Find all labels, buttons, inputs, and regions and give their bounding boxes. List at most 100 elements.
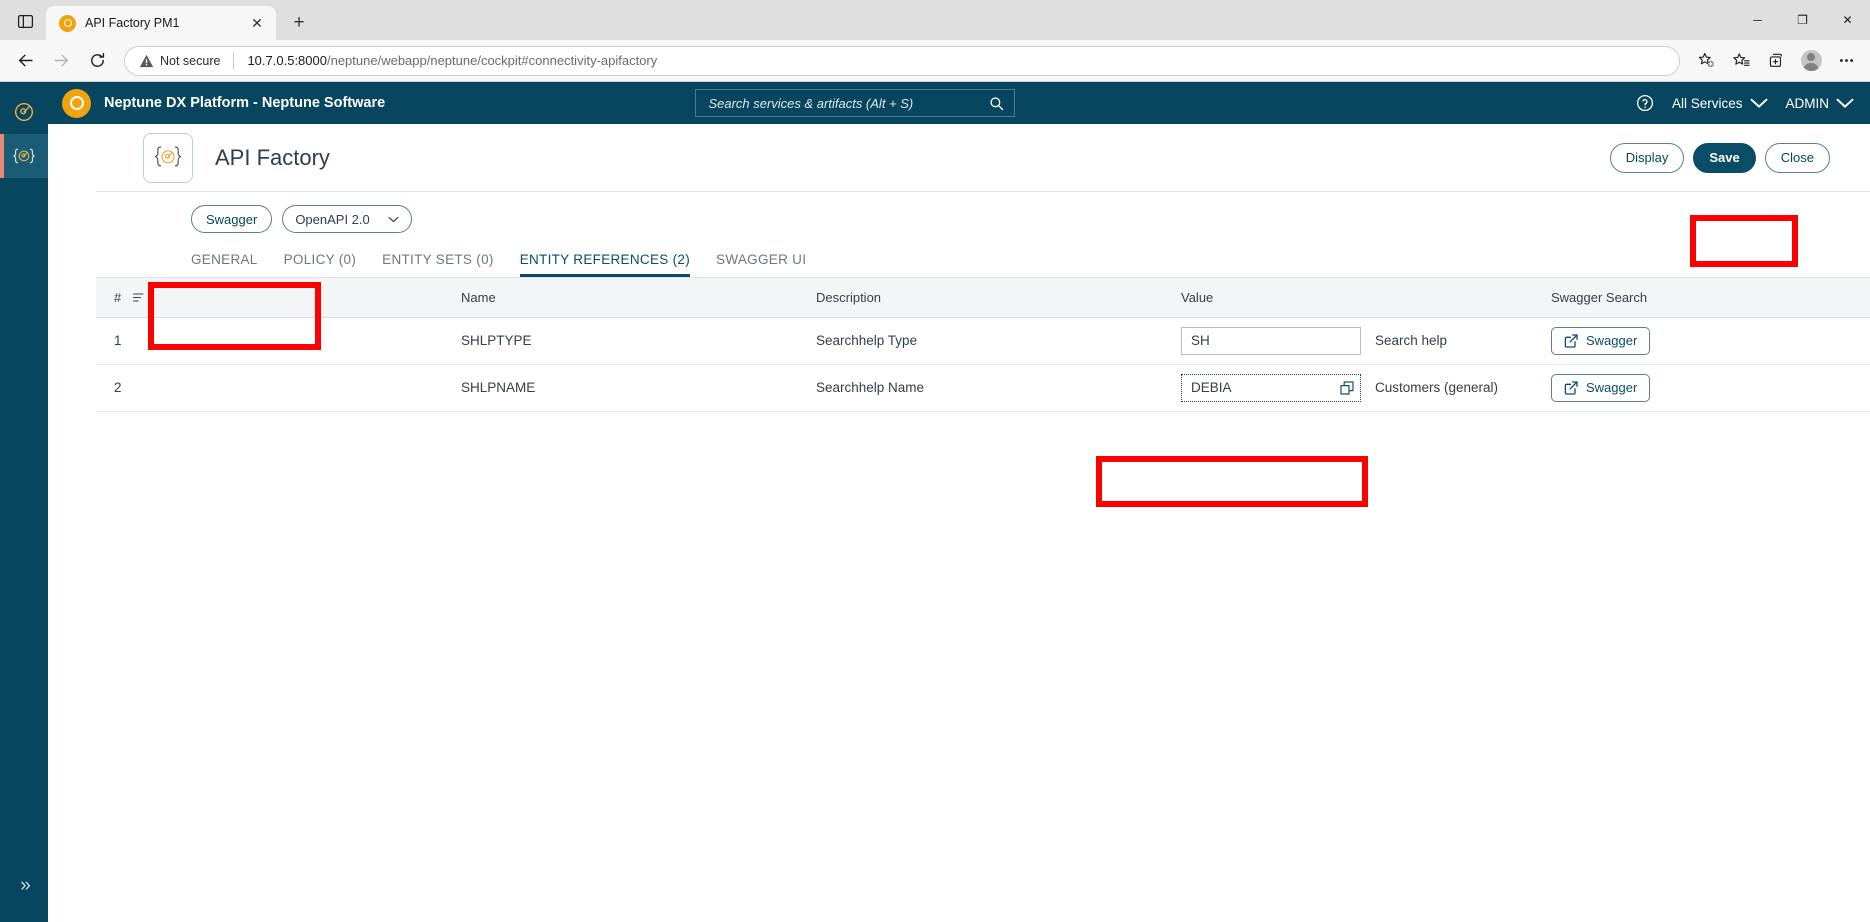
row-name: SHLPTYPE: [451, 317, 806, 365]
browser-tab[interactable]: API Factory PM1 ✕: [46, 6, 276, 40]
reload-icon[interactable]: [80, 44, 114, 78]
sidebar-expand-button[interactable]: »: [0, 872, 48, 900]
page-titlebar: API Factory Display Save Close: [96, 124, 1870, 192]
row-description: Searchhelp Type: [806, 317, 1171, 365]
page-tabs: GENERAL POLICY (0) ENTITY SETS (0) ENTIT…: [96, 246, 1870, 278]
header-right-actions: All Services ADMIN: [1636, 94, 1854, 112]
browser-tabstrip: API Factory PM1 ✕ + ─ ❐ ✕: [0, 0, 1870, 40]
entity-references-table: # Name Description Value Swagger Search: [96, 278, 1870, 922]
window-maximize-button[interactable]: ❐: [1780, 0, 1825, 40]
table-row[interactable]: 1 SHLPTYPE Searchhelp Type Search help: [96, 317, 1870, 365]
display-button[interactable]: Display: [1609, 142, 1685, 173]
neptune-circle-icon: [59, 14, 76, 32]
neptune-logo-icon: [62, 88, 91, 118]
user-label: ADMIN: [1785, 95, 1830, 111]
page-actions: Display Save Close: [1609, 142, 1830, 173]
external-link-icon: [1564, 380, 1578, 395]
chevron-down-icon: [1836, 98, 1854, 108]
column-header-num[interactable]: #: [96, 278, 451, 318]
row-number: 2: [96, 364, 451, 412]
api-factory-icon: [12, 148, 36, 164]
sidebar-item-api-factory[interactable]: [0, 134, 48, 178]
api-factory-brackets-icon: [143, 132, 193, 183]
table-header-row: # Name Description Value Swagger Search: [96, 278, 1870, 318]
favorites-icon[interactable]: [1725, 45, 1757, 77]
address-bar-url: 10.7.0.5:8000/neptune/webapp/neptune/coc…: [247, 53, 657, 68]
new-tab-button[interactable]: +: [284, 8, 314, 38]
row-value-label: Search help: [1375, 333, 1448, 348]
browser-tab-title: API Factory PM1: [85, 16, 180, 30]
window-minimize-button[interactable]: ─: [1735, 0, 1780, 40]
app-header: Neptune DX Platform - Neptune Software A…: [48, 82, 1870, 124]
all-services-menu[interactable]: All Services: [1672, 94, 1768, 112]
tab-entity-references[interactable]: ENTITY REFERENCES (2): [519, 252, 691, 277]
security-indicator[interactable]: Not secure: [139, 54, 220, 68]
page-content: API Factory Display Save Close Swagger O…: [96, 124, 1870, 922]
close-button[interactable]: Close: [1764, 142, 1830, 173]
window-controls: ─ ❐ ✕: [1735, 0, 1870, 40]
sidebar-item-connectivity[interactable]: [0, 90, 48, 134]
all-services-label: All Services: [1671, 95, 1743, 111]
brand-title: Neptune DX Platform - Neptune Software: [104, 95, 386, 111]
sort-list-icon: [133, 293, 144, 302]
openapi-version-value: OpenAPI 2.0: [295, 211, 370, 227]
close-icon[interactable]: ✕: [247, 13, 267, 33]
browser-toolbar-icons: [1690, 45, 1862, 77]
save-button[interactable]: Save: [1693, 142, 1756, 173]
swagger-button[interactable]: Swagger: [191, 205, 273, 233]
global-search[interactable]: [695, 89, 1016, 117]
value-input-wrapper: [1181, 326, 1361, 355]
row-swagger-cell: Swagger: [1541, 364, 1870, 412]
forward-icon[interactable]: [44, 44, 78, 78]
tab-general[interactable]: GENERAL: [191, 252, 258, 277]
value-help-icon: [1340, 380, 1354, 395]
window-close-button[interactable]: ✕: [1825, 0, 1870, 40]
column-header-num-label: #: [114, 289, 122, 305]
settings-more-icon[interactable]: [1830, 45, 1862, 77]
tab-list-button[interactable]: [6, 2, 44, 40]
row-number: 1: [96, 317, 451, 365]
openapi-version-select[interactable]: OpenAPI 2.0: [282, 205, 413, 233]
row-description: Searchhelp Name: [806, 364, 1171, 412]
value-input[interactable]: [1181, 373, 1361, 402]
row-value-cell: Search help: [1171, 317, 1541, 365]
column-header-description[interactable]: Description: [806, 278, 1171, 318]
application-root: » Neptune DX Platform - Neptune Software…: [0, 82, 1870, 922]
table-row[interactable]: 2 SHLPNAME Searchhelp Name DEBIA Custome…: [96, 364, 1870, 412]
external-link-icon: [1564, 333, 1578, 348]
swagger-search-button[interactable]: Swagger: [1551, 326, 1651, 355]
sidebar-rail: »: [0, 82, 48, 922]
page-title: API Factory: [215, 144, 330, 170]
back-icon[interactable]: [8, 44, 42, 78]
collections-icon[interactable]: [1760, 45, 1792, 77]
chevron-down-icon: [1750, 98, 1767, 108]
search-input[interactable]: [708, 95, 984, 111]
value-input[interactable]: [1181, 326, 1361, 355]
column-header-name[interactable]: Name: [451, 278, 806, 318]
url-path: /neptune/webapp/neptune/cockpit#connecti…: [326, 53, 658, 68]
help-circle-icon: [1636, 94, 1654, 112]
url-host: 10.7.0.5:8000: [247, 53, 327, 68]
column-header-value[interactable]: Value: [1171, 278, 1541, 318]
help-button[interactable]: [1636, 94, 1654, 112]
warning-triangle-icon: [139, 54, 154, 67]
row-value-cell: Customers (general): [1171, 364, 1541, 412]
tab-entity-sets[interactable]: ENTITY SETS (0): [382, 252, 494, 277]
tab-swagger-ui[interactable]: SWAGGER UI: [716, 252, 806, 277]
swagger-search-label: Swagger: [1586, 380, 1638, 395]
swagger-search-label: Swagger: [1586, 333, 1638, 348]
spec-toolbar: Swagger OpenAPI 2.0: [96, 192, 1870, 246]
tab-policy[interactable]: POLICY (0): [284, 252, 357, 277]
column-header-swagger-search[interactable]: Swagger Search: [1541, 278, 1870, 318]
swagger-search-button[interactable]: Swagger: [1551, 373, 1651, 402]
omnibox-divider: [233, 52, 235, 69]
connectivity-icon: [15, 103, 33, 121]
user-menu[interactable]: ADMIN: [1786, 94, 1855, 112]
row-name: SHLPNAME: [451, 364, 806, 412]
browser-toolbar: Not secure 10.7.0.5:8000/neptune/webapp/…: [0, 40, 1870, 82]
address-bar[interactable]: Not secure 10.7.0.5:8000/neptune/webapp/…: [124, 45, 1680, 76]
value-input-wrapper: [1181, 373, 1361, 402]
profile-avatar[interactable]: [1795, 45, 1827, 77]
add-favorite-icon[interactable]: [1690, 45, 1722, 77]
security-label: Not secure: [160, 53, 221, 68]
